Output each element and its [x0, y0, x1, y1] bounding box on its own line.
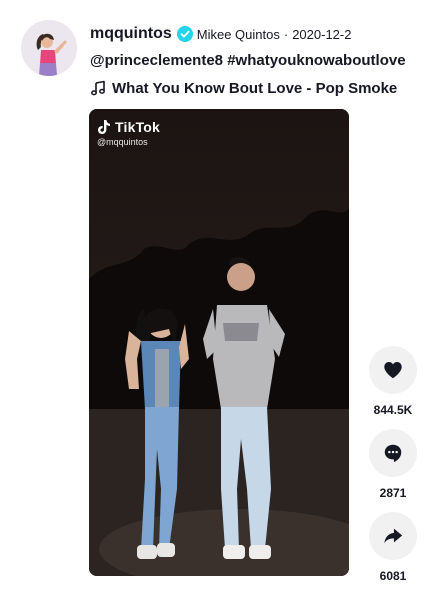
music-title: What You Know Bout Love - Pop Smoke	[112, 79, 398, 97]
comment-icon	[384, 444, 402, 463]
video-frame-image	[89, 109, 349, 576]
tiktok-logo-icon	[98, 120, 110, 134]
music-note-icon	[91, 80, 105, 96]
author-row: mqquintos Mikee Quintos · 2020-12-2	[90, 24, 433, 44]
share-button[interactable]	[369, 512, 417, 560]
post-date: 2020-12-2	[292, 26, 352, 42]
post-caption: @princeclemente8 #whatyouknowaboutlove	[90, 52, 433, 72]
caption-hashtag-link[interactable]: #whatyouknowaboutlove	[227, 52, 405, 69]
video-player[interactable]: TikTok @mqquintos	[89, 109, 349, 576]
meta-separator: ·	[283, 26, 289, 42]
caption-mention-link[interactable]: @princeclemente8	[90, 52, 223, 69]
share-arrow-icon	[384, 528, 403, 544]
share-count: 6081	[379, 569, 407, 583]
comment-button[interactable]	[369, 429, 417, 477]
action-bar: 844.5K 2871 6081	[368, 346, 418, 591]
author-nickname[interactable]: Mikee Quintos	[197, 27, 280, 42]
tiktok-watermark: TikTok @mqquintos	[97, 119, 160, 147]
author-username[interactable]: mqquintos	[90, 25, 172, 43]
comment-action: 2871	[368, 429, 418, 500]
like-count: 844.5K	[373, 403, 413, 417]
comment-count: 2871	[379, 486, 407, 500]
watermark-brand: TikTok	[115, 119, 161, 135]
watermark-handle: @mqquintos	[97, 137, 148, 147]
share-action: 6081	[368, 512, 418, 583]
music-link[interactable]: What You Know Bout Love - Pop Smoke	[90, 78, 433, 98]
author-avatar[interactable]	[21, 20, 77, 76]
avatar-image	[21, 20, 77, 76]
like-button[interactable]	[369, 346, 417, 394]
verified-badge-icon	[176, 26, 193, 42]
post-meta: mqquintos Mikee Quintos · 2020-12-2 @pri…	[90, 24, 433, 98]
like-action: 844.5K	[368, 346, 418, 417]
heart-icon	[384, 362, 402, 379]
